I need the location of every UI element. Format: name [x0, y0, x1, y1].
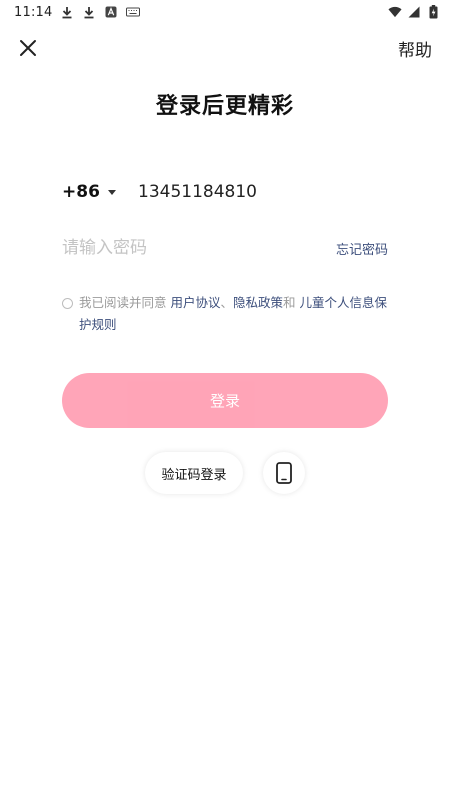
- help-link[interactable]: 帮助: [398, 36, 432, 61]
- country-code: +86: [62, 182, 100, 202]
- top-bar: 帮助: [0, 28, 450, 68]
- close-button[interactable]: [16, 36, 40, 60]
- country-code-selector[interactable]: +86: [62, 182, 138, 202]
- phone-login-button[interactable]: [262, 452, 305, 494]
- battery-charging-icon: [426, 5, 440, 19]
- a-square-icon: [104, 5, 118, 19]
- agreement-text: 我已阅读并同意 用户协议、隐私政策和 儿童个人信息保护规则: [79, 292, 391, 336]
- phone-row: +86: [62, 176, 388, 208]
- password-row: 忘记密码: [62, 232, 388, 264]
- keyboard-icon: [126, 5, 141, 19]
- alternate-login-row: 验证码登录: [0, 452, 450, 494]
- login-button[interactable]: 登录: [62, 373, 388, 428]
- code-login-button[interactable]: 验证码登录: [145, 452, 243, 494]
- download-icon: [82, 5, 96, 19]
- agreement-checkbox[interactable]: [62, 298, 73, 309]
- status-time: 11:14: [14, 4, 53, 20]
- phone-icon: [275, 462, 292, 484]
- password-input[interactable]: [62, 238, 282, 258]
- agreement-and: 和: [283, 295, 300, 310]
- user-agreement-link[interactable]: 用户协议: [170, 295, 220, 310]
- status-right: [388, 5, 440, 19]
- agreement-row: 我已阅读并同意 用户协议、隐私政策和 儿童个人信息保护规则: [62, 292, 392, 336]
- agreement-separator: 、: [220, 295, 234, 310]
- forgot-password-link[interactable]: 忘记密码: [336, 239, 388, 258]
- page-title: 登录后更精彩: [155, 94, 294, 119]
- login-screen: 11:14 帮助 登录后更精彩 +86 13451184810 忘记密码 我已阅…: [0, 0, 450, 800]
- agreement-prefix: 我已阅读并同意: [79, 295, 171, 310]
- caret-down-icon: [107, 189, 116, 195]
- status-left: 11:14: [14, 4, 141, 20]
- signal-icon: [407, 5, 421, 19]
- wifi-icon: [388, 5, 402, 19]
- phone-input[interactable]: [138, 182, 378, 202]
- download-icon: [60, 5, 74, 19]
- status-bar: 11:14: [0, 0, 450, 24]
- privacy-policy-link[interactable]: 隐私政策: [233, 295, 283, 310]
- close-icon: [20, 40, 36, 56]
